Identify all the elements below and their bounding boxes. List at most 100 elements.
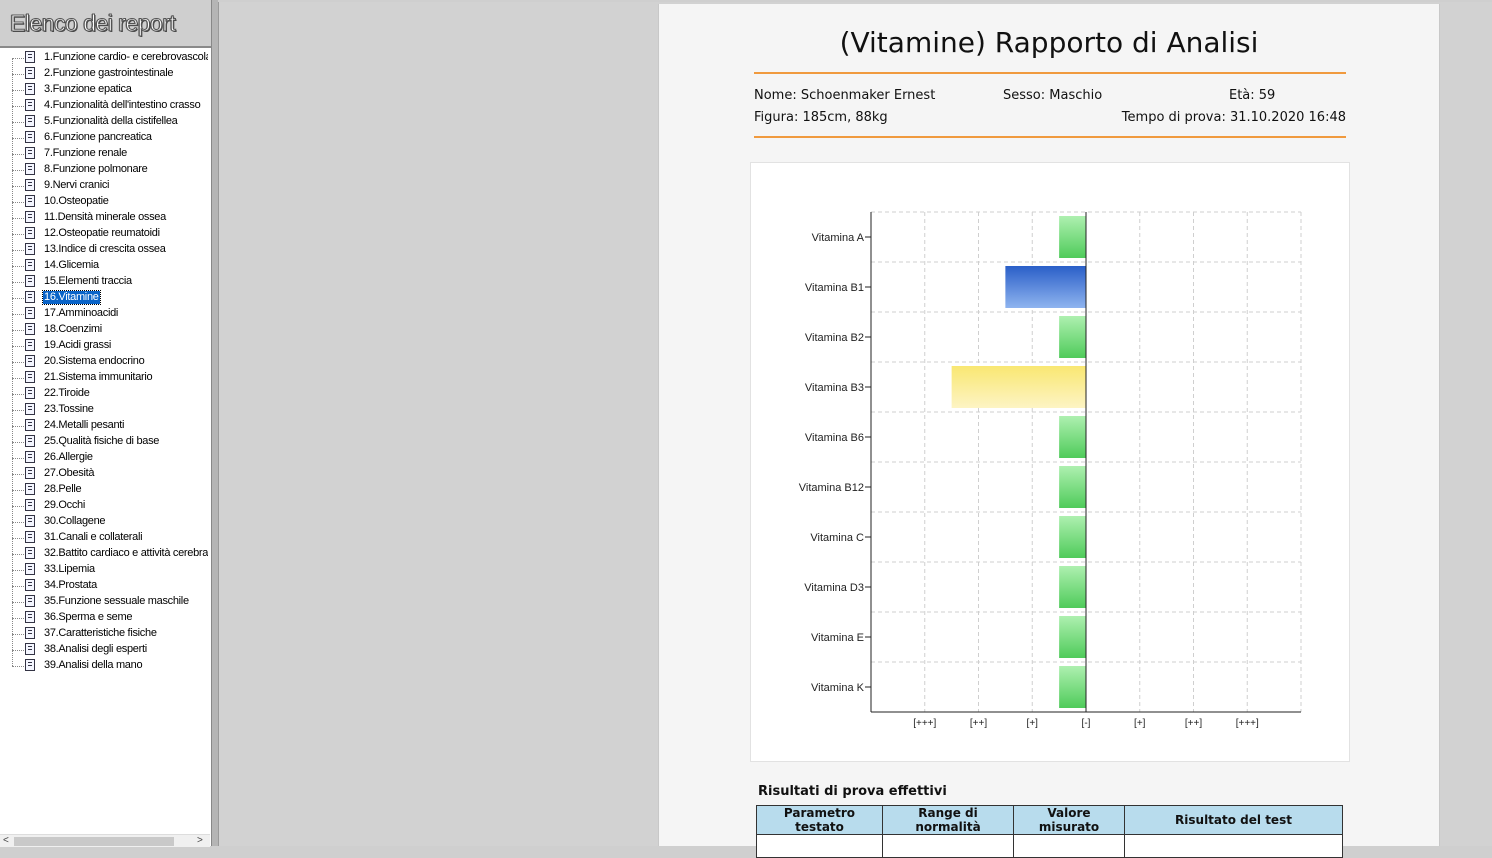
- document-icon: [25, 339, 35, 351]
- x-tick-label: [-]: [1082, 718, 1091, 729]
- chart-bar: [1059, 666, 1086, 708]
- report-tree-item[interactable]: 25.Qualità fisiche di base: [0, 434, 208, 450]
- report-tree-item[interactable]: 33.Lipemia: [0, 562, 208, 578]
- tree-connector: [12, 170, 24, 171]
- report-tree-item[interactable]: 34.Prostata: [0, 578, 208, 594]
- report-tree-item[interactable]: 5.Funzionalità della cistifellea: [0, 114, 208, 130]
- document-icon: [25, 611, 35, 623]
- tree-connector: [12, 218, 24, 219]
- report-tree-item[interactable]: 4.Funzionalità dell'intestino crasso: [0, 98, 208, 114]
- report-tree-item[interactable]: 3.Funzione epatica: [0, 82, 208, 98]
- report-tree-item[interactable]: 37.Caratteristiche fisiche: [0, 626, 208, 642]
- col-header-test-result: Risultato del test: [1124, 805, 1343, 835]
- report-tree-item[interactable]: 24.Metalli pesanti: [0, 418, 208, 434]
- report-tree-item-label: 10.Osteopatie: [44, 195, 109, 207]
- report-tree-item-label: 3.Funzione epatica: [44, 83, 132, 95]
- document-icon: [25, 355, 35, 367]
- report-tree-item-label: 15.Elementi traccia: [44, 275, 132, 287]
- report-tree-item[interactable]: 17.Amminoacidi: [0, 306, 208, 322]
- category-label: Vitamina E: [811, 632, 864, 644]
- report-tree-item-label: 17.Amminoacidi: [44, 307, 119, 319]
- document-icon: [25, 195, 35, 207]
- document-icon: [25, 579, 35, 591]
- table-cell: [1124, 834, 1343, 858]
- report-tree-item[interactable]: 8.Funzione polmonare: [0, 162, 208, 178]
- document-icon: [25, 275, 35, 287]
- report-tree-item[interactable]: 31.Canali e collaterali: [0, 530, 208, 546]
- report-tree-item[interactable]: 14.Glicemia: [0, 258, 208, 274]
- document-icon: [25, 435, 35, 447]
- report-tree-item[interactable]: 11.Densità minerale ossea: [0, 210, 208, 226]
- report-tree-item[interactable]: 1.Funzione cardio- e cerebrovascolare: [0, 50, 208, 66]
- report-tree-item[interactable]: 12.Osteopatie reumatoidi: [0, 226, 208, 242]
- report-tree-item-label: 32.Battito cardiaco e attività cerebrale: [44, 547, 208, 559]
- report-tree-item-label: 25.Qualità fisiche di base: [44, 435, 160, 447]
- tree-connector: [12, 202, 24, 203]
- report-tree-item[interactable]: 28.Pelle: [0, 482, 208, 498]
- report-tree-item-label: 38.Analisi degli esperti: [44, 643, 147, 655]
- report-tree-item-label: 36.Sperma e seme: [44, 611, 133, 623]
- scroll-right-arrow-icon[interactable]: >: [197, 835, 203, 846]
- report-tree-item[interactable]: 19.Acidi grassi: [0, 338, 208, 354]
- report-tree-item-label: 21.Sistema immunitario: [44, 371, 153, 383]
- scroll-left-arrow-icon[interactable]: <: [3, 835, 9, 846]
- table-cell: [756, 834, 883, 858]
- report-tree-item[interactable]: 36.Sperma e seme: [0, 610, 208, 626]
- report-tree-item[interactable]: 29.Occhi: [0, 498, 208, 514]
- category-label: Vitamina C: [810, 532, 864, 544]
- report-tree-item[interactable]: 16.Vitamine: [0, 290, 208, 306]
- results-table: Parametro testato Range di normalità Val…: [756, 805, 1343, 858]
- report-tree-item-label: 8.Funzione polmonare: [44, 163, 148, 175]
- report-tree-item[interactable]: 15.Elementi traccia: [0, 274, 208, 290]
- header-divider-bottom: [754, 136, 1346, 138]
- report-tree-item[interactable]: 9.Nervi cranici: [0, 178, 208, 194]
- chart-bar: [1059, 416, 1086, 458]
- chart-bar: [951, 366, 1086, 408]
- document-icon: [25, 83, 35, 95]
- report-tree-item[interactable]: 18.Coenzimi: [0, 322, 208, 338]
- report-tree-item-label: 9.Nervi cranici: [44, 179, 110, 191]
- report-tree-item[interactable]: 30.Collagene: [0, 514, 208, 530]
- report-tree-item[interactable]: 35.Funzione sessuale maschile: [0, 594, 208, 610]
- document-icon: [25, 547, 35, 559]
- tree-connector: [12, 570, 24, 571]
- category-label: Vitamina B12: [799, 482, 864, 494]
- report-tree-item[interactable]: 39.Analisi della mano: [0, 658, 208, 674]
- tree-connector: [12, 458, 24, 459]
- document-icon: [25, 499, 35, 511]
- document-icon: [25, 467, 35, 479]
- tree-connector: [12, 618, 24, 619]
- tree-connector: [12, 154, 24, 155]
- report-tree-item[interactable]: 10.Osteopatie: [0, 194, 208, 210]
- category-label: Vitamina B6: [805, 432, 864, 444]
- col-header-normal-range: Range di normalità: [882, 805, 1014, 835]
- x-tick-label: [+++]: [913, 718, 936, 729]
- category-label: Vitamina D3: [804, 582, 864, 594]
- report-tree-item[interactable]: 21.Sistema immunitario: [0, 370, 208, 386]
- report-tree-item[interactable]: 32.Battito cardiaco e attività cerebrale: [0, 546, 208, 562]
- report-tree-item-label: 31.Canali e collaterali: [44, 531, 143, 543]
- tree-connector: [12, 74, 24, 75]
- report-tree-item[interactable]: 2.Funzione gastrointestinale: [0, 66, 208, 82]
- document-icon: [25, 291, 35, 303]
- report-tree-item-label: 23.Tossine: [44, 403, 94, 415]
- horizontal-scrollbar[interactable]: < >: [0, 834, 210, 847]
- chart-bar: [1059, 616, 1086, 658]
- tree-connector: [12, 410, 24, 411]
- document-icon: [25, 243, 35, 255]
- report-list-title: Elenco dei report: [9, 10, 176, 37]
- report-tree-item[interactable]: 23.Tossine: [0, 402, 208, 418]
- report-tree-item[interactable]: 38.Analisi degli esperti: [0, 642, 208, 658]
- report-tree-item[interactable]: 13.Indice di crescita ossea: [0, 242, 208, 258]
- report-tree-item[interactable]: 22.Tiroide: [0, 386, 208, 402]
- report-tree-item[interactable]: 7.Funzione renale: [0, 146, 208, 162]
- report-tree-item[interactable]: 20.Sistema endocrino: [0, 354, 208, 370]
- report-tree-item[interactable]: 26.Allergie: [0, 450, 208, 466]
- report-tree: 1.Funzione cardio- e cerebrovascolare 2.F…: [0, 48, 208, 834]
- document-icon: [25, 451, 35, 463]
- vitamin-chart: Vitamina A Vitamina B1 Vitamina B2 Vitamina…: [750, 162, 1350, 762]
- report-tree-item[interactable]: 6.Funzione pancreatica: [0, 130, 208, 146]
- scrollbar-thumb[interactable]: [14, 837, 174, 846]
- report-tree-item[interactable]: 27.Obesità: [0, 466, 208, 482]
- document-icon: [25, 387, 35, 399]
